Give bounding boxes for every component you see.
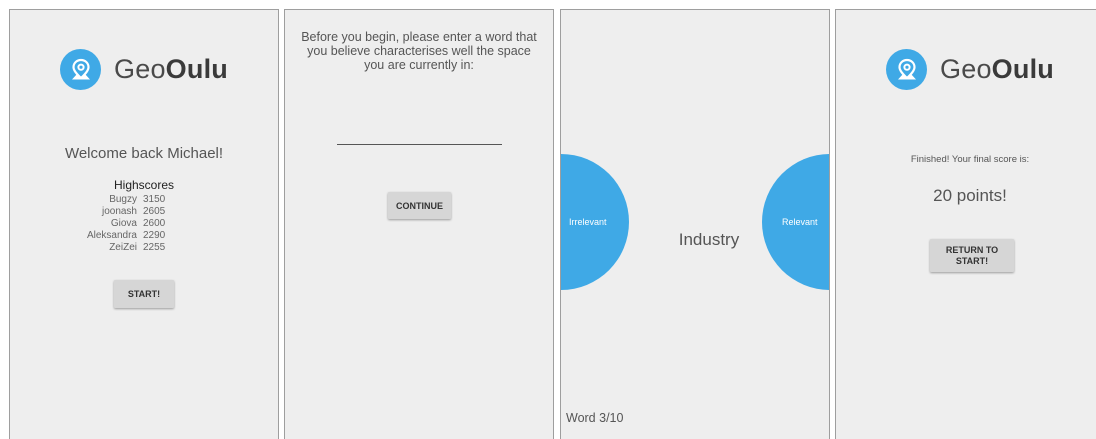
- return-to-start-button[interactable]: RETURN TO START!: [930, 239, 1014, 272]
- highscore-row: Aleksandra 2290: [10, 230, 278, 242]
- highscore-row: Bugzy 3150: [10, 194, 278, 206]
- highscore-name: joonash: [101, 206, 137, 217]
- game-screen: Irrelevant Relevant Industry Word 3/10: [560, 9, 830, 439]
- relevant-label: Relevant: [782, 217, 818, 227]
- word-entry-screen: Before you begin, please enter a word th…: [284, 9, 554, 439]
- highscore-name: ZeiZei: [109, 242, 137, 253]
- app-logo: GeoOulu: [10, 49, 278, 90]
- word-input[interactable]: [337, 128, 502, 145]
- highscore-score: 3150: [143, 194, 166, 205]
- app-logo: GeoOulu: [836, 49, 1096, 90]
- highscore-name: Aleksandra: [86, 230, 137, 241]
- start-button[interactable]: START!: [114, 280, 174, 308]
- word-progress: Word 3/10: [566, 411, 624, 425]
- highscore-score: 2255: [143, 242, 166, 253]
- highscore-name: Bugzy: [109, 194, 137, 205]
- highscores-list: Bugzy 3150 joonash 2605 Giova 2600 Aleksand…: [10, 194, 278, 254]
- logo-text: GeoOulu: [114, 54, 228, 84]
- welcome-screen: GeoOulu Welcome back Michael! Highscores…: [9, 9, 279, 439]
- map-pin-icon: [886, 49, 928, 90]
- continue-button[interactable]: CONTINUE: [388, 192, 451, 219]
- highscore-row: ZeiZei 2255: [10, 242, 278, 254]
- highscores-title: Highscores: [113, 178, 175, 192]
- highscore-score: 2605: [143, 206, 166, 217]
- irrelevant-label: Irrelevant: [569, 217, 607, 227]
- welcome-message: Welcome back Michael!: [64, 145, 224, 162]
- highscore-score: 2290: [143, 230, 166, 241]
- final-score: 20 points!: [933, 186, 1007, 205]
- map-pin-icon: [60, 49, 102, 90]
- finished-screen: GeoOulu Finished! Your final score is: 2…: [835, 9, 1096, 439]
- highscore-score: 2600: [143, 218, 166, 229]
- logo-text: GeoOulu: [940, 54, 1054, 84]
- finished-message: Finished! Your final score is:: [910, 154, 1030, 165]
- highscore-row: joonash 2605: [10, 206, 278, 218]
- word-prompt: Before you begin, please enter a word th…: [301, 30, 537, 72]
- highscore-name: Giova: [110, 218, 137, 229]
- highscore-row: Giova 2600: [10, 218, 278, 230]
- target-word[interactable]: Industry: [561, 230, 829, 250]
